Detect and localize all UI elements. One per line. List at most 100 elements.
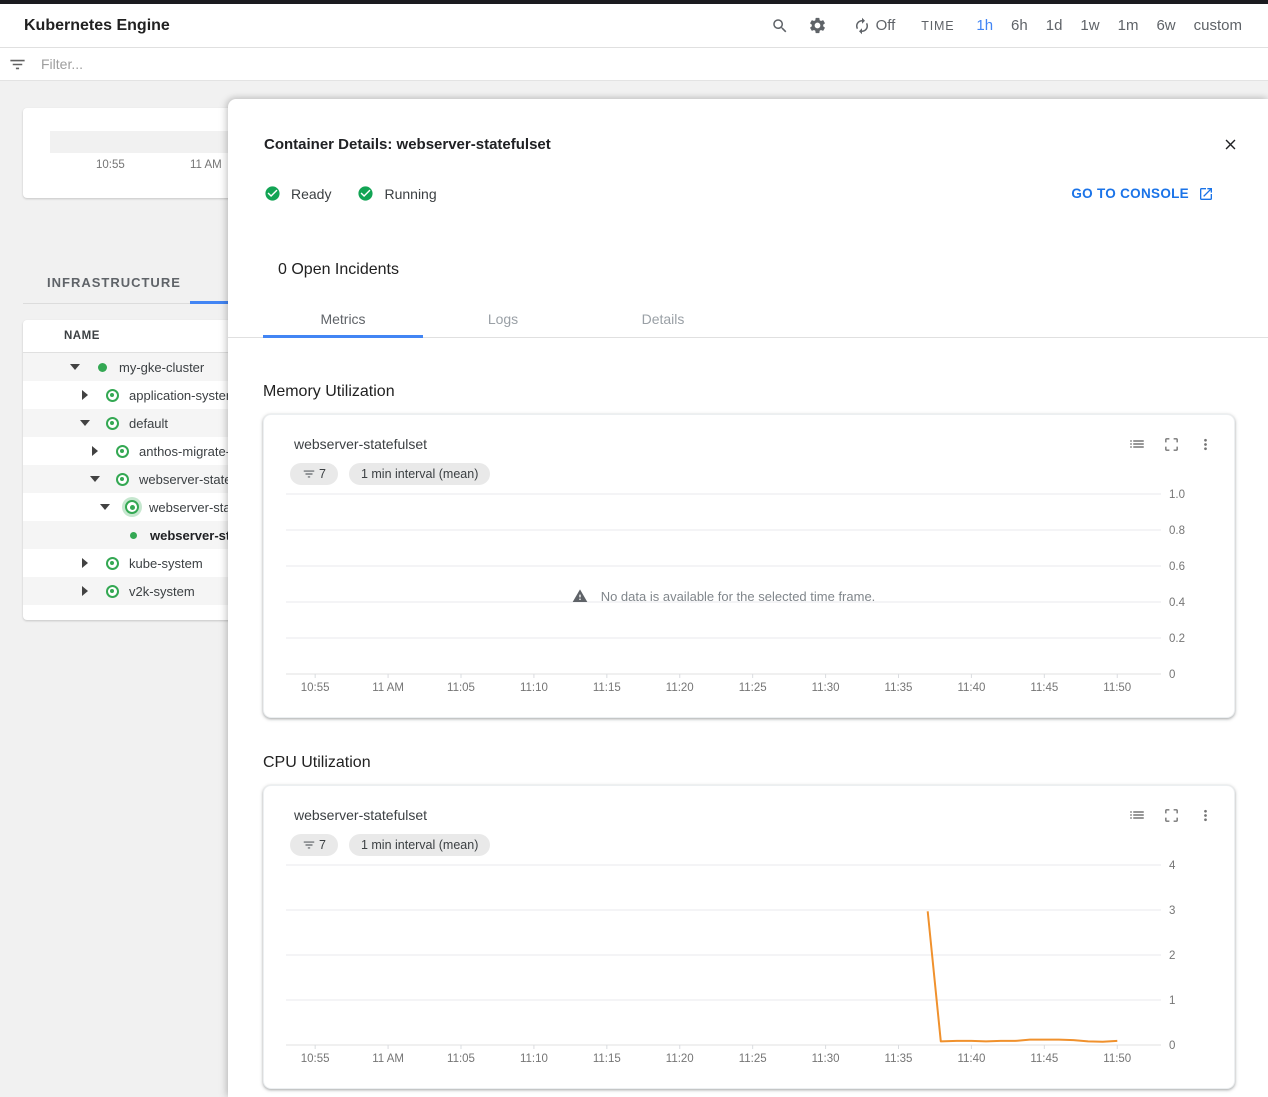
more-options-button[interactable] [1194, 433, 1216, 455]
warning-icon [572, 588, 588, 604]
svg-text:11:45: 11:45 [1030, 682, 1058, 694]
x-axis-ticks: 10:5511 AM11:0511:1011:1511:2011:2511:30… [301, 674, 1131, 694]
svg-text:11:15: 11:15 [593, 682, 621, 694]
svg-text:2: 2 [1169, 950, 1175, 962]
svg-text:11:45: 11:45 [1030, 1053, 1058, 1065]
check-circle-icon [264, 185, 281, 202]
refresh-status-label: Off [876, 17, 896, 34]
time-range-1h[interactable]: 1h [976, 17, 993, 34]
svg-text:11:20: 11:20 [666, 682, 694, 694]
detail-tabs: MetricsLogsDetails [228, 300, 1268, 338]
health-dot-icon [116, 473, 129, 486]
svg-text:11:40: 11:40 [957, 1053, 985, 1065]
top-strip [0, 0, 1268, 4]
svg-text:3: 3 [1169, 905, 1175, 917]
mini-tick: 11 AM [190, 159, 222, 171]
status-badge: Running [357, 185, 436, 202]
svg-text:11:05: 11:05 [447, 682, 475, 694]
tab-logs[interactable]: Logs [423, 300, 583, 337]
tree-item-label: application-system [129, 388, 237, 403]
svg-text:11:40: 11:40 [957, 682, 985, 694]
time-label: TIME [921, 19, 954, 33]
tab-details[interactable]: Details [583, 300, 743, 337]
svg-text:11 AM: 11 AM [372, 1053, 404, 1065]
gridlines [286, 865, 1161, 1045]
time-range-custom[interactable]: custom [1194, 17, 1242, 34]
health-dot-icon [106, 389, 119, 402]
svg-text:1.0: 1.0 [1169, 489, 1185, 501]
close-icon [1222, 136, 1239, 153]
cpu-chart-plot[interactable]: 0123410:5511 AM11:0511:1011:1511:2011:25… [264, 846, 1236, 1086]
svg-text:11:35: 11:35 [885, 682, 913, 694]
y-axis-labels: 00.20.40.60.81.0 [1169, 489, 1186, 681]
time-range-1w[interactable]: 1w [1080, 17, 1099, 34]
svg-text:11:30: 11:30 [812, 1053, 840, 1065]
svg-text:0.6: 0.6 [1169, 561, 1185, 573]
collapse-arrow-icon[interactable] [70, 364, 80, 370]
collapse-arrow-icon[interactable] [90, 476, 100, 482]
expand-arrow-icon[interactable] [92, 446, 98, 456]
tab-metrics[interactable]: Metrics [263, 300, 423, 337]
open-in-new-icon [1198, 186, 1214, 202]
fullscreen-button[interactable] [1160, 804, 1182, 826]
fullscreen-button[interactable] [1160, 433, 1182, 455]
tab-infrastructure[interactable]: INFRASTRUCTURE [47, 275, 181, 290]
app-actions: Off TIME 1h 6h 1d 1w 1m 6w custom [769, 15, 1268, 37]
mini-tick: 10:55 [96, 159, 125, 171]
fullscreen-icon [1163, 436, 1180, 453]
no-data-message: No data is available for the selected ti… [286, 585, 1161, 607]
legend-list-button[interactable] [1126, 804, 1148, 826]
go-to-console-link[interactable]: GO TO CONSOLE [1071, 186, 1214, 202]
collapse-arrow-icon[interactable] [100, 504, 110, 510]
health-dot-icon [125, 500, 139, 514]
cpu-chart-card: webserver-statefulset 7 [263, 785, 1235, 1089]
sidebar-active-tab-underline [190, 301, 228, 304]
svg-text:0: 0 [1169, 1040, 1175, 1052]
app-title: Kubernetes Engine [24, 17, 170, 35]
svg-text:11:10: 11:10 [520, 682, 548, 694]
time-range-6h[interactable]: 6h [1011, 17, 1028, 34]
more-options-button[interactable] [1194, 804, 1216, 826]
sidebar: 10:55 11 AM INFRASTRUCTURE NAME my-gke-c… [0, 81, 228, 1097]
container-details-panel: Container Details: webserver-statefulset… [228, 99, 1268, 1097]
svg-text:11 AM: 11 AM [372, 682, 404, 694]
time-range-1d[interactable]: 1d [1046, 17, 1063, 34]
health-dot-icon [106, 557, 119, 570]
svg-text:0.4: 0.4 [1169, 597, 1186, 609]
cpu-section-title: CPU Utilization [263, 754, 1235, 772]
search-icon [771, 17, 789, 35]
time-range-6w[interactable]: 6w [1156, 17, 1175, 34]
fullscreen-icon [1163, 807, 1180, 824]
legend-list-button[interactable] [1126, 433, 1148, 455]
expand-arrow-icon[interactable] [82, 586, 88, 596]
time-range-selector: 1h 6h 1d 1w 1m 6w custom [976, 17, 1242, 34]
status-badges: ReadyRunning [264, 185, 463, 202]
time-range-1m[interactable]: 1m [1118, 17, 1139, 34]
close-button[interactable] [1218, 132, 1242, 156]
tree-item-label: kube-system [129, 556, 203, 571]
svg-text:11:25: 11:25 [739, 682, 767, 694]
expand-arrow-icon[interactable] [82, 390, 88, 400]
filter-input[interactable] [41, 56, 641, 72]
open-incidents-count: 0 Open Incidents [278, 261, 399, 279]
filter-icon [8, 55, 27, 74]
expand-arrow-icon[interactable] [82, 558, 88, 568]
app-bar: Kubernetes Engine Off TIME 1h 6h 1d 1w 1m 6w c… [0, 4, 1268, 48]
svg-text:4: 4 [1169, 860, 1176, 872]
svg-text:11:35: 11:35 [885, 1053, 913, 1065]
legend-list-icon [1128, 806, 1146, 824]
x-axis-ticks: 10:5511 AM11:0511:1011:1511:2011:2511:30… [301, 1045, 1131, 1065]
health-dot-icon [106, 585, 119, 598]
svg-text:11:50: 11:50 [1103, 682, 1131, 694]
health-dot-icon [98, 363, 107, 372]
svg-text:11:10: 11:10 [520, 1053, 548, 1065]
collapse-arrow-icon[interactable] [80, 420, 90, 426]
svg-text:0.2: 0.2 [1169, 633, 1185, 645]
memory-chart-card: webserver-statefulset 7 [263, 414, 1235, 718]
svg-text:11:05: 11:05 [447, 1053, 475, 1065]
status-label: Running [384, 186, 436, 202]
auto-refresh-control[interactable]: Off [853, 17, 896, 35]
settings-button[interactable] [807, 15, 829, 37]
search-button[interactable] [769, 15, 791, 37]
mini-timeline-card[interactable]: 10:55 11 AM [23, 108, 263, 198]
